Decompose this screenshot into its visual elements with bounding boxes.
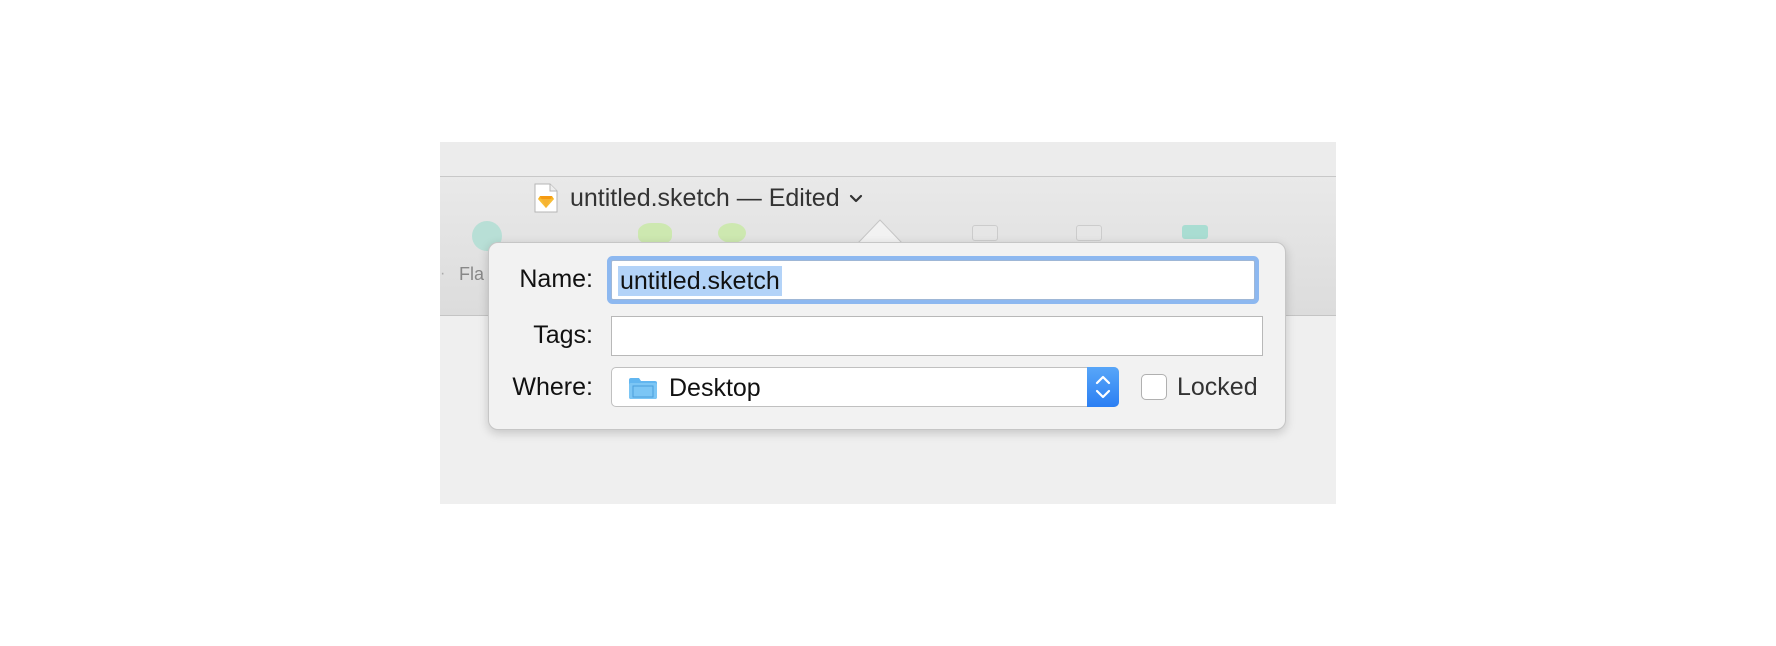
locked-checkbox[interactable] (1141, 374, 1167, 400)
toolbar-partial-label: Fla (459, 264, 485, 284)
window-title[interactable]: untitled.sketch — Edited (570, 184, 864, 213)
toolbar-shape-icon-4[interactable] (1076, 225, 1102, 241)
locked-label[interactable]: Locked (1177, 373, 1258, 402)
name-field-value[interactable]: untitled.sketch (618, 266, 782, 296)
folder-icon (629, 378, 657, 399)
name-field[interactable]: untitled.sketch (611, 260, 1255, 300)
chevron-down-icon[interactable] (848, 193, 864, 205)
toolbar-shape-icon-5[interactable] (1182, 225, 1208, 239)
where-value: Desktop (669, 374, 761, 402)
toolbar-shape-icon-3[interactable] (972, 225, 998, 241)
sketch-document-icon (534, 183, 558, 213)
tags-label: Tags: (533, 321, 593, 349)
popover-arrow (858, 219, 902, 244)
rename-popover: Name: untitled.sketch Tags: Where: Deskt… (488, 242, 1286, 430)
tags-field[interactable] (611, 316, 1263, 356)
toolbar-dot: · (440, 265, 446, 282)
stepper-arrows-icon[interactable] (1087, 367, 1119, 407)
where-popup-button[interactable]: Desktop (611, 367, 1119, 407)
window-top-strip (440, 142, 1336, 177)
toolbar-shape-icon-2[interactable] (718, 223, 746, 243)
name-label: Name: (519, 265, 593, 293)
window-title-text: untitled.sketch — Edited (570, 184, 840, 212)
where-label: Where: (512, 373, 593, 401)
